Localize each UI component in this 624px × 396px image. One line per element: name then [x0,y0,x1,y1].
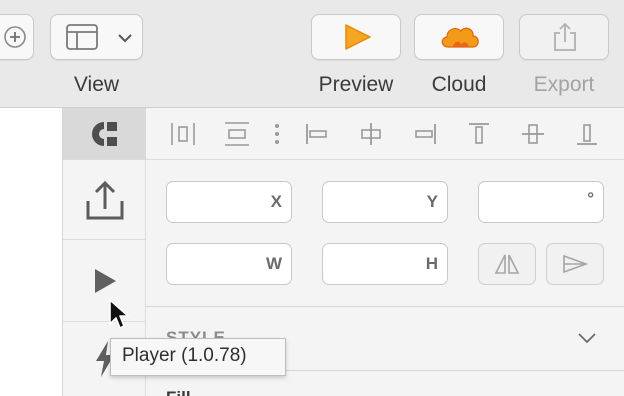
view-button[interactable] [50,14,143,60]
view-label: View [73,73,120,96]
export-button[interactable] [519,14,609,60]
cloud-button[interactable] [414,14,504,60]
share-icon [86,180,123,219]
x-field[interactable]: X [166,181,292,223]
x-field-label: X [270,192,282,211]
plus-circle-icon [4,26,26,48]
flip-horizontal-button[interactable] [478,243,536,285]
export-icon [554,22,576,51]
chevron-down-icon [118,34,132,43]
align-bottom-icon[interactable] [573,120,601,148]
flip-vertical-button[interactable] [546,243,604,285]
align-top-icon[interactable] [465,120,493,148]
layout-icon [66,24,98,50]
preview-label: Preview [318,73,394,96]
tab-player[interactable] [63,240,146,322]
y-field[interactable]: Y [322,181,448,223]
align-middle-icon[interactable] [519,120,547,148]
mouse-cursor-icon [109,299,129,329]
canvas-area[interactable] [0,108,63,396]
toolbar: View Preview Cloud Export [0,0,624,108]
play-icon [94,268,116,293]
align-left-icon[interactable] [303,120,331,148]
width-field[interactable]: W [166,243,292,285]
tab-code[interactable] [63,108,146,160]
flip-vertical-icon [563,254,589,274]
distribute-horizontal-icon[interactable] [169,120,197,148]
section-divider [146,306,624,307]
preview-button[interactable] [311,14,401,60]
tab-share[interactable] [63,160,146,240]
align-center-horizontal-icon[interactable] [357,120,385,148]
flip-horizontal-icon [494,254,520,274]
cloud-icon [441,27,479,48]
align-right-icon[interactable] [411,120,439,148]
player-tooltip: Player (1.0.78) [110,338,286,376]
distribute-vertical-icon[interactable] [223,120,251,148]
height-field-label: H [425,254,438,273]
code-icon [91,121,117,146]
alignment-toolbar [146,108,624,160]
add-button[interactable] [0,14,34,60]
fill-section-title[interactable]: Fill [166,388,191,396]
rotation-field[interactable]: ° [478,181,604,223]
rotation-field-label: ° [587,189,594,208]
y-field-label: Y [426,192,438,211]
preview-play-icon [345,24,371,50]
height-field[interactable]: H [322,243,448,285]
cloud-label: Cloud [431,73,487,96]
more-options-icon[interactable] [263,120,291,148]
chevron-down-icon[interactable] [577,332,597,344]
export-label: Export [533,73,595,96]
width-field-label: W [265,254,282,273]
